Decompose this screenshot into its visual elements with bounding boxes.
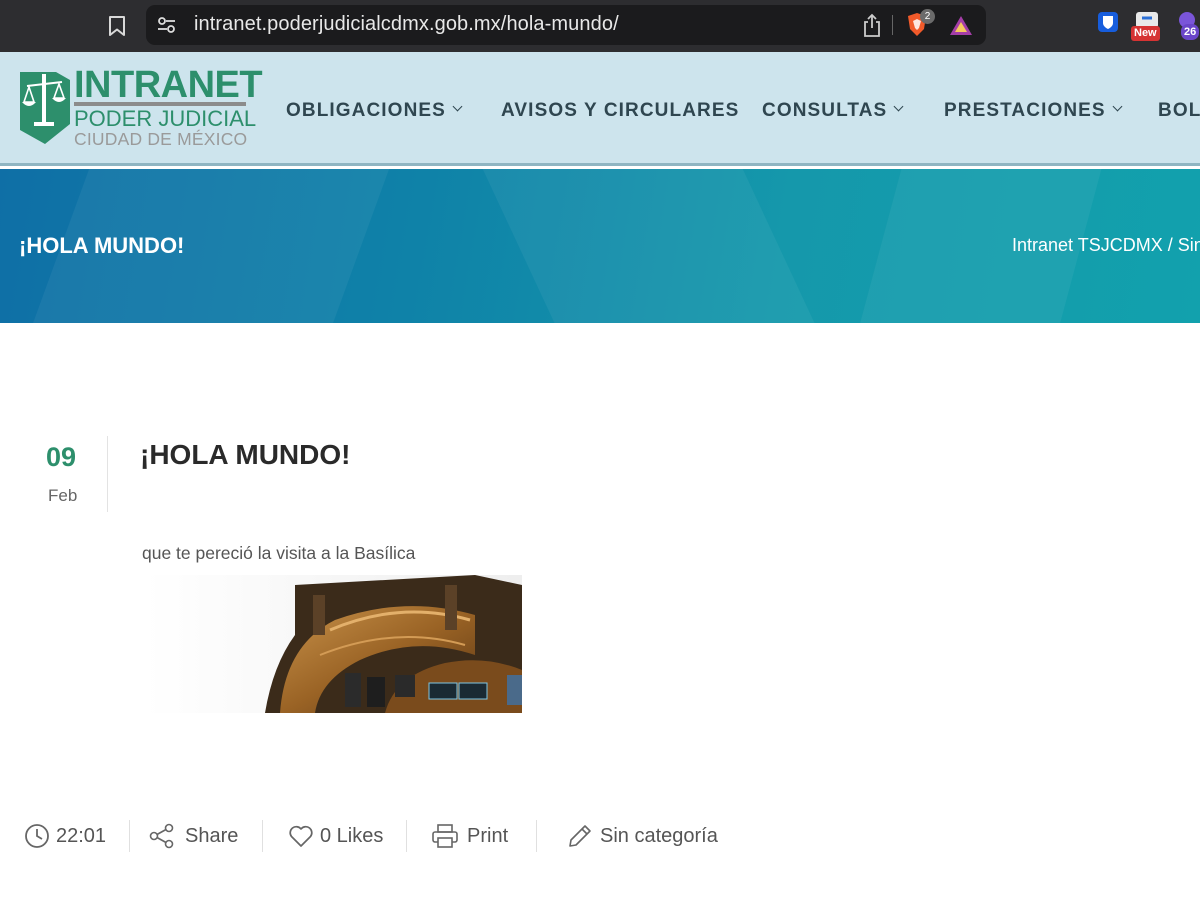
print-button[interactable]: Print: [431, 818, 508, 854]
nav-item-obligaciones[interactable]: OBLIGACIONES: [286, 100, 463, 122]
bookmark-icon[interactable]: [104, 12, 130, 40]
banner-decoration: [464, 169, 836, 323]
nav-item-label: CONSULTAS: [762, 100, 888, 121]
nav-item-label: OBLIGACIONES: [286, 100, 446, 121]
chevron-down-icon: [893, 101, 904, 112]
extension-new-badge: New: [1131, 26, 1160, 41]
extension-count-badge: 26: [1181, 24, 1200, 40]
nav-item-consultas[interactable]: CONSULTAS: [762, 100, 904, 122]
post-time-label: 22:01: [56, 824, 107, 847]
nav-item-label: AVISOS Y CIRCULARES: [501, 100, 740, 121]
nav-item-label: PRESTACIONES: [944, 100, 1106, 121]
chevron-down-icon: [452, 101, 463, 112]
post-body-text: que te pereció la visita a la Basílica: [142, 543, 416, 563]
post-image-basilica[interactable]: [145, 575, 522, 713]
meta-divider: [536, 820, 537, 852]
address-bar[interactable]: intranet.poderjudicialcdmx.gob.mx/hola-m…: [146, 5, 986, 45]
print-label: Print: [467, 824, 509, 847]
page-title-banner: ¡HOLA MUNDO! Intranet TSJCDMX / Sin: [0, 169, 1200, 323]
heart-icon: [289, 825, 313, 847]
breadcrumb[interactable]: Intranet TSJCDMX / Sin: [1012, 235, 1200, 256]
site-header: INTRANET PODER JUDICIAL CIUDAD DE MÉXICO…: [0, 52, 1200, 166]
nav-item-prestaciones[interactable]: PRESTACIONES: [944, 100, 1123, 122]
category-link[interactable]: Sin categoría: [566, 818, 718, 854]
shield-count-badge: 2: [920, 9, 935, 24]
printer-icon: [432, 824, 458, 848]
likes-label: 0 Likes: [320, 824, 384, 847]
share-label: Share: [185, 824, 239, 847]
clock-icon: [25, 824, 49, 848]
pencil-icon: [569, 825, 591, 847]
meta-divider: [406, 820, 407, 852]
post-time: 22:01: [24, 818, 106, 854]
nav-item-boletin[interactable]: BOL: [1158, 100, 1200, 122]
meta-divider: [129, 820, 130, 852]
share-button[interactable]: Share: [148, 818, 238, 854]
browser-toolbar: intranet.poderjudicialcdmx.gob.mx/hola-m…: [0, 0, 1200, 52]
url-text[interactable]: intranet.poderjudicialcdmx.gob.mx/hola-m…: [194, 13, 619, 36]
post-date-month: Feb: [48, 486, 78, 505]
meta-divider: [262, 820, 263, 852]
post-title[interactable]: ¡HOLA MUNDO!: [140, 439, 350, 471]
chevron-down-icon: [1112, 101, 1123, 112]
main-nav: OBLIGACIONES AVISOS Y CIRCULARES CONSULT…: [0, 52, 1200, 166]
site-settings-icon[interactable]: [156, 15, 178, 35]
post-date-day: 09: [46, 442, 77, 472]
share-page-icon[interactable]: [860, 13, 884, 39]
date-divider: [107, 436, 108, 512]
url-divider: [892, 15, 893, 35]
share-icon: [149, 823, 174, 849]
nav-item-label: BOL: [1158, 100, 1200, 121]
like-button[interactable]: 0 Likes: [288, 818, 383, 854]
brave-rewards-icon[interactable]: [948, 13, 974, 39]
bitwarden-extension-icon[interactable]: [1096, 10, 1122, 40]
page-title: ¡HOLA MUNDO!: [19, 233, 185, 258]
nav-item-avisos-y-circulares[interactable]: AVISOS Y CIRCULARES: [501, 100, 739, 122]
category-label: Sin categoría: [600, 824, 718, 847]
